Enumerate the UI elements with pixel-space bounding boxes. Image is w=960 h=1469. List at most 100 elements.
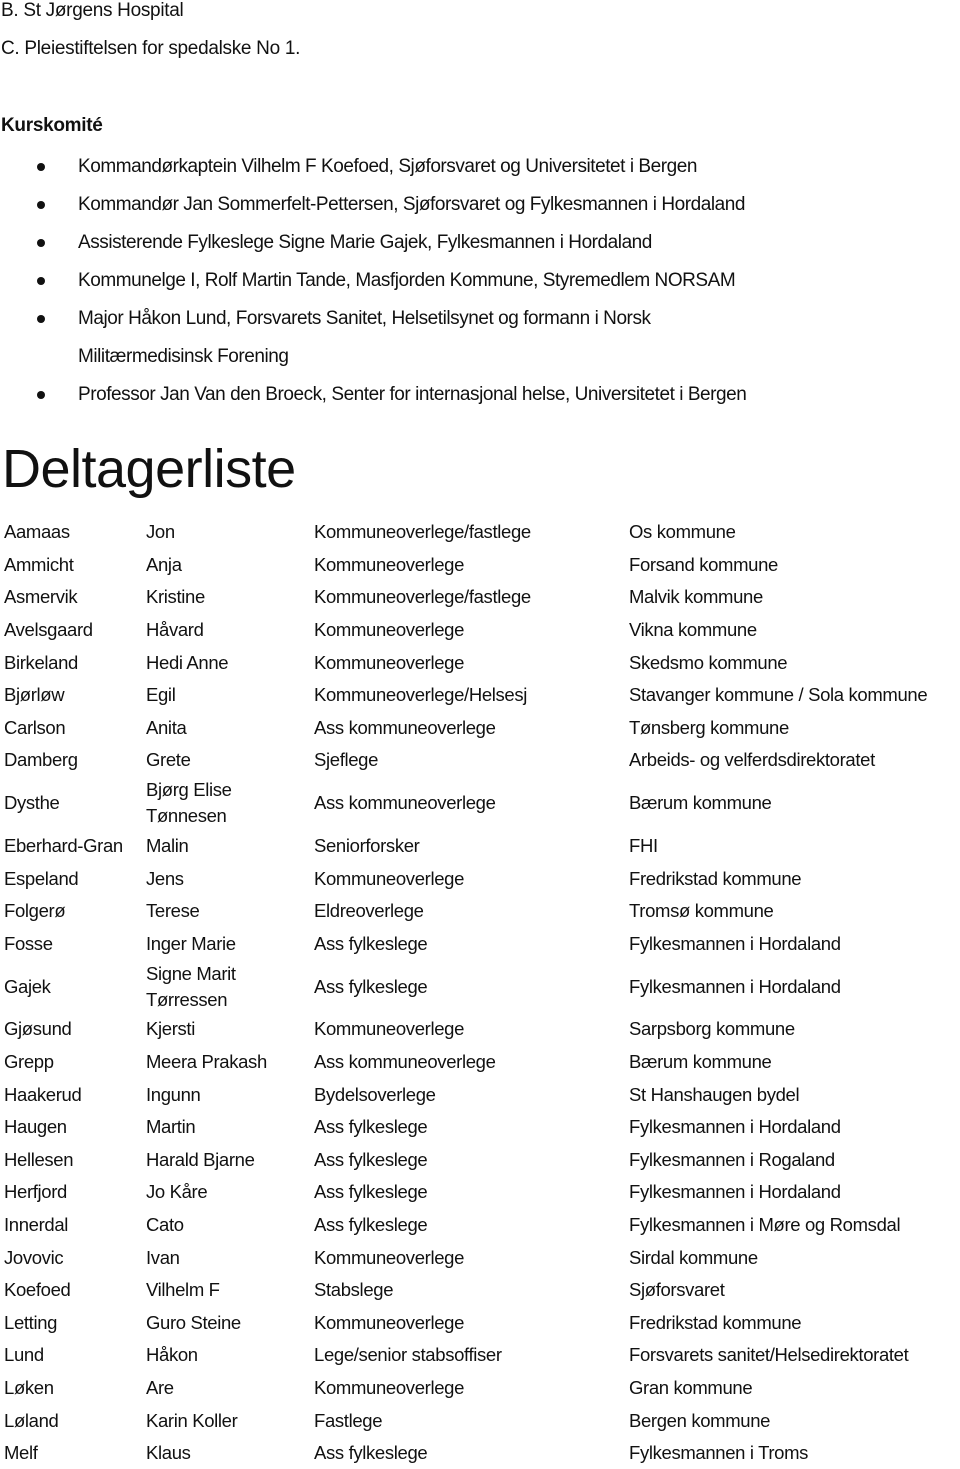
last-name-text: Espeland <box>4 867 79 889</box>
table-row: Haugen Martin Ass fylkeslege Fylkesmannen i… <box>0 1111 927 1144</box>
organization-text: Fylkesmannen i Hordaland <box>629 1181 841 1203</box>
table-row: Melf Klaus Ass fylkeslege Fylkesmannen i Tr… <box>0 1437 927 1469</box>
first-name-text: Inger Marie <box>146 932 236 954</box>
cell-title: Kommuneoverlege/fastlege <box>310 516 625 549</box>
cell-last-name: Gajek <box>0 960 142 1013</box>
title-text: Stabslege <box>314 1279 394 1301</box>
organization-text: Forsand kommune <box>629 553 778 575</box>
cell-title: Stabslege <box>310 1274 625 1307</box>
last-name-text: Løken <box>4 1376 54 1398</box>
cell-title: Kommuneoverlege/Helsesj <box>310 679 625 712</box>
cell-first-name: Ivan <box>142 1241 310 1274</box>
first-name-text: Cato <box>146 1213 184 1235</box>
cell-organization: Vikna kommune <box>625 614 927 647</box>
cell-last-name: Avelsgaard <box>0 614 142 647</box>
table-row: Gajek Signe Marit Tørressen Ass fylkeslege… <box>0 960 927 1013</box>
first-name-text: Signe Marit Tørressen <box>146 962 236 1010</box>
cell-first-name: Are <box>142 1372 310 1405</box>
cell-organization: Sjøforsvaret <box>625 1274 927 1307</box>
cell-first-name: Jon <box>142 516 310 549</box>
organization-text: Os kommune <box>629 521 736 543</box>
last-name-text: Dysthe <box>4 792 60 814</box>
cell-first-name: Kjersti <box>142 1013 310 1046</box>
cell-organization: FHI <box>625 830 927 863</box>
cell-organization: Gran kommune <box>625 1372 927 1405</box>
first-name-text: Malin <box>146 835 189 857</box>
first-name-text: Karin Koller <box>146 1409 238 1431</box>
cell-title: Seniorforsker <box>310 830 625 863</box>
cell-organization: Fylkesmannen i Hordaland <box>625 1176 927 1209</box>
organization-text: Arbeids- og velferdsdirektoratet <box>629 749 875 771</box>
first-name-text: Meera Prakash <box>146 1051 267 1073</box>
cell-first-name: Signe Marit Tørressen <box>142 960 310 1013</box>
cell-first-name: Karin Koller <box>142 1404 310 1437</box>
cell-organization: Bærum kommune <box>625 1046 927 1079</box>
title-text: Fastlege <box>314 1409 383 1431</box>
cell-last-name: Grepp <box>0 1046 142 1079</box>
bullet-icon <box>37 163 45 171</box>
last-name-text: Birkeland <box>4 651 78 673</box>
cell-organization: Fylkesmannen i Rogaland <box>625 1144 927 1177</box>
first-name-text: Grete <box>146 749 191 771</box>
title-text: Kommuneoverlege <box>314 867 465 889</box>
cell-title: Eldreoverlege <box>310 895 625 928</box>
committee-title: Kurskomité <box>1 115 103 136</box>
first-name-text: Håvard <box>146 619 204 641</box>
title-text: Bydelsoverlege <box>314 1083 436 1105</box>
last-name-text: Haakerud <box>4 1083 82 1105</box>
last-name-text: Melf <box>4 1442 38 1464</box>
cell-organization: Sirdal kommune <box>625 1241 927 1274</box>
organization-text: Fylkesmannen i Hordaland <box>629 932 841 954</box>
cell-title: Ass fylkeslege <box>310 960 625 1013</box>
last-name-text: Asmervik <box>4 586 78 608</box>
cell-organization: Forsvarets sanitet/Helsedirektoratet <box>625 1339 927 1372</box>
bullet-icon <box>37 315 45 323</box>
cell-last-name: Løken <box>0 1372 142 1405</box>
first-name-text: Egil <box>146 684 176 706</box>
cell-title: Sjeflege <box>310 744 625 777</box>
cell-title: Kommuneoverlege <box>310 549 625 582</box>
cell-title: Ass kommuneoverlege <box>310 1046 625 1079</box>
title-text: Eldreoverlege <box>314 900 424 922</box>
organization-text: Tromsø kommune <box>629 900 774 922</box>
last-name-text: Innerdal <box>4 1213 69 1235</box>
cell-first-name: Kristine <box>142 581 310 614</box>
cell-title: Kommuneoverlege <box>310 1241 625 1274</box>
cell-first-name: Egil <box>142 679 310 712</box>
cell-last-name: Løland <box>0 1404 142 1437</box>
first-name-text: Martin <box>146 1116 196 1138</box>
last-name-text: Aamaas <box>4 521 70 543</box>
participants-title: Deltagerliste <box>2 439 296 499</box>
cell-organization: Arbeids- og velferdsdirektoratet <box>625 744 927 777</box>
committee-member: Major Håkon Lund, Forsvarets Sanitet, He… <box>0 300 960 376</box>
cell-first-name: Vilhelm F <box>142 1274 310 1307</box>
first-name-text: Are <box>146 1376 174 1398</box>
title-text: Kommuneoverlege/fastlege <box>314 521 531 543</box>
cell-first-name: Håkon <box>142 1339 310 1372</box>
title-text: Ass kommuneoverlege <box>314 716 496 738</box>
title-text: Ass kommuneoverlege <box>314 1051 496 1073</box>
last-name-text: Herfjord <box>4 1181 67 1203</box>
cell-title: Kommuneoverlege <box>310 1372 625 1405</box>
cell-organization: Forsand kommune <box>625 549 927 582</box>
table-row: Gjøsund Kjersti Kommuneoverlege Sarpsborg k… <box>0 1013 927 1046</box>
organization-text: Fylkesmannen i Hordaland <box>629 975 841 997</box>
committee-member-text-continued: Militærmedisinsk Forening <box>78 346 289 367</box>
first-name-text: Håkon <box>146 1344 198 1366</box>
last-name-text: Folgerø <box>4 900 66 922</box>
title-text: Kommuneoverlege <box>314 553 465 575</box>
cell-first-name: Ingunn <box>142 1078 310 1111</box>
organization-text: Fylkesmannen i Troms <box>629 1442 809 1464</box>
bullet-icon <box>37 277 45 285</box>
cell-last-name: Gjøsund <box>0 1013 142 1046</box>
last-name-text: Grepp <box>4 1051 54 1073</box>
title-text: Kommuneoverlege <box>314 1018 465 1040</box>
table-row: Jovovic Ivan Kommuneoverlege Sirdal kommune <box>0 1241 927 1274</box>
cell-first-name: Klaus <box>142 1437 310 1469</box>
title-text: Ass fylkeslege <box>314 1442 428 1464</box>
cell-title: Kommuneoverlege <box>310 1013 625 1046</box>
cell-organization: Fylkesmannen i Troms <box>625 1437 927 1469</box>
table-row: Herfjord Jo Kåre Ass fylkeslege Fylkesmanne… <box>0 1176 927 1209</box>
cell-last-name: Asmervik <box>0 581 142 614</box>
table-row: Letting Guro Steine Kommuneoverlege Fredrik… <box>0 1306 927 1339</box>
